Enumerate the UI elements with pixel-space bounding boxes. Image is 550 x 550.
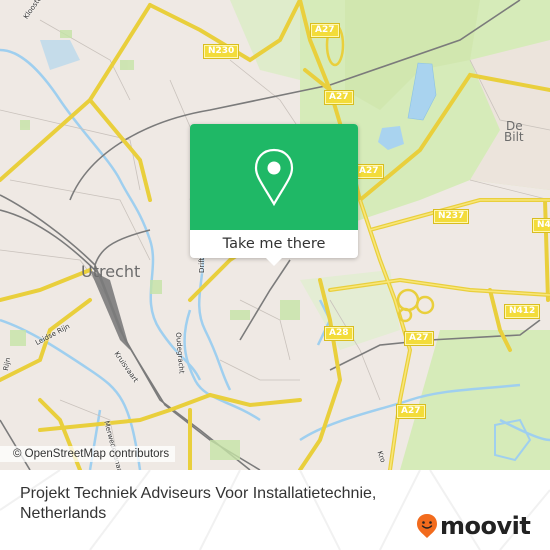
moovit-pin-icon	[417, 514, 437, 538]
road-shield-a27: A27	[324, 90, 354, 105]
map[interactable]: Utrecht De Bilt N230 A27 A27 A27 N237 N4…	[0, 0, 550, 470]
road-shield-n230: N230	[202, 44, 240, 59]
road-shield-n4: N4	[532, 218, 550, 233]
street-label-drift: Drift	[198, 257, 206, 273]
popup-pointer	[266, 258, 282, 266]
place-label-de-bilt-2: Bilt	[504, 130, 524, 144]
location-popup: Take me there	[190, 124, 358, 266]
moovit-logo[interactable]: moovit	[416, 511, 531, 541]
road-shield-n412: N412	[503, 304, 541, 319]
take-me-there-button[interactable]: Take me there	[190, 230, 358, 258]
road-shield-a27: A27	[396, 404, 426, 419]
popup-header[interactable]	[190, 124, 358, 230]
road-shield-n237: N237	[432, 209, 470, 224]
road-shield-a27: A27	[310, 23, 340, 38]
place-label-utrecht: Utrecht	[81, 262, 141, 281]
place-name: Projekt Techniek Adviseurs Voor Installa…	[20, 485, 377, 522]
road-shield-a27: A27	[354, 164, 384, 179]
moovit-wordmark: moovit	[440, 512, 531, 540]
map-attribution[interactable]: © OpenStreetMap contributors	[0, 446, 176, 462]
road-shield-a27: A27	[404, 331, 434, 346]
footer: Projekt Techniek Adviseurs Voor Installa…	[0, 470, 550, 550]
road-shield-a28: A28	[324, 326, 354, 341]
map-pin-icon	[254, 148, 294, 206]
